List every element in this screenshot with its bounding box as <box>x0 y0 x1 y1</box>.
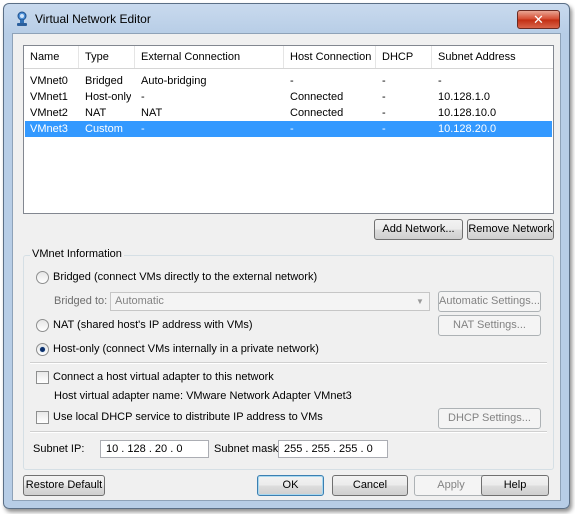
cell-type: Host-only <box>85 91 132 103</box>
host-adapter-name: Host virtual adapter name: VMware Networ… <box>54 390 352 402</box>
host-only-label[interactable]: Host-only (connect VMs internally in a p… <box>53 343 319 355</box>
apply-button[interactable]: Apply <box>414 475 488 496</box>
cell-name: VMnet1 <box>30 91 68 103</box>
cell-dhcp: - <box>382 107 386 119</box>
subnet-ip-label: Subnet IP: <box>33 443 85 455</box>
separator <box>30 362 547 364</box>
nat-label[interactable]: NAT (shared host's IP address with VMs) <box>53 319 253 331</box>
nat-settings-button[interactable]: NAT Settings... <box>438 315 541 336</box>
bridged-label[interactable]: Bridged (connect VMs directly to the ext… <box>53 271 317 283</box>
cell-host-connection: - <box>290 75 294 87</box>
bridged-to-select[interactable]: Automatic ▼ <box>110 292 430 311</box>
cell-external-connection: - <box>141 123 145 135</box>
cell-dhcp: - <box>382 91 386 103</box>
remove-network-button[interactable]: Remove Network <box>467 219 554 240</box>
group-label: VMnet Information <box>30 248 124 260</box>
bridged-radio[interactable] <box>36 271 49 284</box>
table-row[interactable]: VMnet1 Host-only - Connected - 10.128.1.… <box>25 89 552 105</box>
column-header-type[interactable]: Type <box>79 46 135 68</box>
cell-external-connection: Auto-bridging <box>141 75 207 87</box>
virtual-network-editor-window: Virtual Network Editor ✕ Name Type Exter… <box>3 3 570 509</box>
cell-dhcp: - <box>382 123 386 135</box>
chevron-down-icon: ▼ <box>416 297 424 306</box>
column-header-subnet-address[interactable]: Subnet Address <box>432 46 553 68</box>
cell-subnet-address: - <box>438 75 442 87</box>
cell-subnet-address: 10.128.20.0 <box>438 123 497 135</box>
connect-host-adapter-label[interactable]: Connect a host virtual adapter to this n… <box>53 371 274 383</box>
automatic-settings-button[interactable]: Automatic Settings... <box>438 291 541 312</box>
cancel-button[interactable]: Cancel <box>332 475 408 496</box>
bridged-to-value: Automatic <box>115 295 164 307</box>
separator <box>30 431 547 433</box>
cell-external-connection: - <box>141 91 145 103</box>
bridged-to-label: Bridged to: <box>54 295 108 307</box>
subnet-mask-label: Subnet mask: <box>214 443 282 455</box>
cell-subnet-address: 10.128.1.0 <box>438 91 490 103</box>
cell-type: Custom <box>85 123 123 135</box>
cell-type: NAT <box>85 107 107 119</box>
column-header-name[interactable]: Name <box>24 46 79 68</box>
subnet-mask-input[interactable]: 255 . 255 . 255 . 0 <box>278 440 388 458</box>
ok-button[interactable]: OK <box>257 475 324 496</box>
use-local-dhcp-label[interactable]: Use local DHCP service to distribute IP … <box>53 411 323 423</box>
column-header-host-connection[interactable]: Host Connection <box>284 46 376 68</box>
cell-type: Bridged <box>85 75 123 87</box>
host-only-radio[interactable] <box>36 343 49 356</box>
connect-host-adapter-checkbox[interactable] <box>36 371 49 384</box>
table-row[interactable]: VMnet2 NAT NAT Connected - 10.128.10.0 <box>25 105 552 121</box>
help-button[interactable]: Help <box>481 475 549 496</box>
cell-name: VMnet0 <box>30 75 68 87</box>
column-header-external-connection[interactable]: External Connection <box>135 46 284 68</box>
network-list-header: Name Type External Connection Host Conne… <box>24 46 553 69</box>
cell-host-connection: - <box>290 123 294 135</box>
subnet-ip-input[interactable]: 10 . 128 . 20 . 0 <box>100 440 209 458</box>
network-list[interactable]: Name Type External Connection Host Conne… <box>23 45 554 214</box>
cell-dhcp: - <box>382 75 386 87</box>
add-network-button[interactable]: Add Network... <box>374 219 463 240</box>
close-icon: ✕ <box>533 12 544 27</box>
dhcp-settings-button[interactable]: DHCP Settings... <box>438 408 541 429</box>
restore-default-button[interactable]: Restore Default <box>23 475 105 496</box>
cell-name: VMnet3 <box>30 123 68 135</box>
cell-external-connection: NAT <box>141 107 163 119</box>
close-button[interactable]: ✕ <box>517 10 560 29</box>
nat-radio[interactable] <box>36 319 49 332</box>
dialog-client-area: Name Type External Connection Host Conne… <box>12 33 561 501</box>
cell-host-connection: Connected <box>290 91 344 103</box>
cell-subnet-address: 10.128.10.0 <box>438 107 497 119</box>
window-title: Virtual Network Editor <box>35 12 151 26</box>
vmnet-information-group: VMnet Information Bridged (connect VMs d… <box>23 248 554 470</box>
title-bar[interactable]: Virtual Network Editor ✕ <box>4 4 569 34</box>
table-row-selected[interactable]: VMnet3 Custom - - - 10.128.20.0 <box>25 121 552 137</box>
use-local-dhcp-checkbox[interactable] <box>36 411 49 424</box>
table-row[interactable]: VMnet0 Bridged Auto-bridging - - - <box>25 73 552 89</box>
cell-name: VMnet2 <box>30 107 68 119</box>
column-header-dhcp[interactable]: DHCP <box>376 46 432 68</box>
cell-host-connection: Connected <box>290 107 344 119</box>
network-user-icon <box>14 11 30 27</box>
